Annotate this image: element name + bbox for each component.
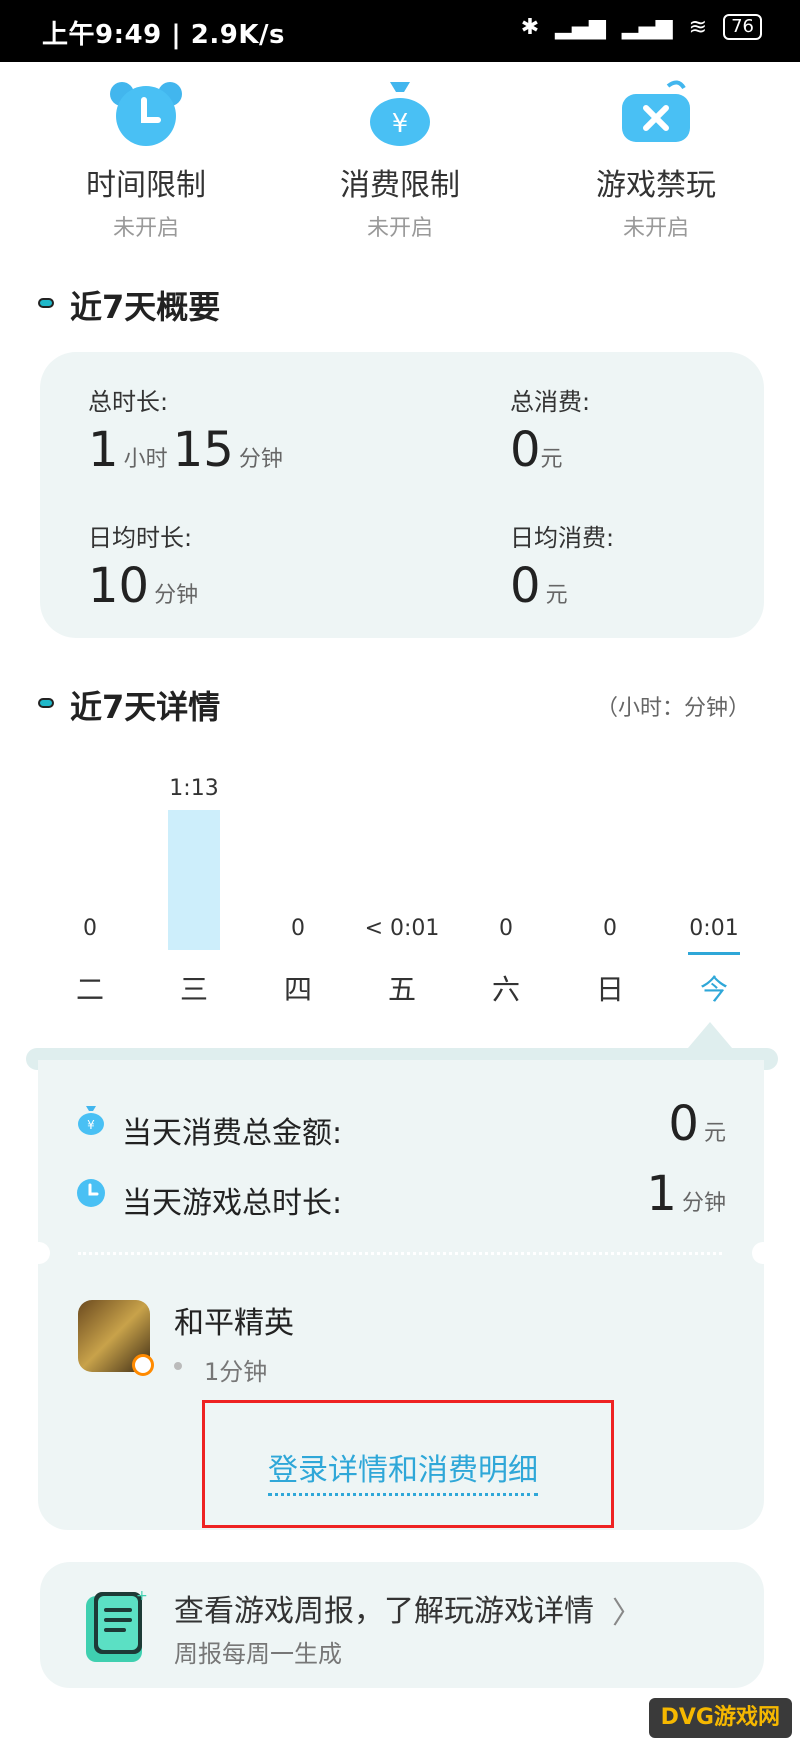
daily-time-value: 10 分钟 xyxy=(88,558,199,614)
report-doc-icon: + xyxy=(84,1588,148,1670)
total-time-value: 1 小时 15 分钟 xyxy=(88,422,283,478)
daily-spend-label: 日均消费: xyxy=(510,524,615,552)
chart-data-label: 0:01 xyxy=(689,916,739,941)
status-icons: ✱ ▂▄▆ ▂▄▆ ≋ 76 xyxy=(521,14,762,40)
game-ban-status: 未开启 xyxy=(622,216,689,241)
clock-icon xyxy=(76,1178,106,1212)
weekly-report-subtitle: 周报每周一生成 xyxy=(174,1640,342,1668)
time-limit-status: 未开启 xyxy=(112,216,179,241)
battery-indicator: 76 xyxy=(723,14,762,40)
game-ban-control[interactable]: 游戏禁玩 未开启 xyxy=(556,78,756,242)
status-bar: 上午9:49 | 2.9K/s ✱ ▂▄▆ ▂▄▆ ≋ 76 xyxy=(0,0,800,62)
svg-text:¥: ¥ xyxy=(392,109,409,139)
summary-title: 近7天概要 xyxy=(70,288,221,326)
details-title: 近7天详情 xyxy=(70,688,221,726)
bullet-dot xyxy=(174,1362,182,1370)
game-app-icon xyxy=(78,1300,154,1376)
chart-data-label: 1:13 xyxy=(169,776,219,801)
status-time: 上午9:49 | 2.9K/s xyxy=(42,20,285,50)
signal-icon: ▂▄▆ xyxy=(555,14,606,40)
divider xyxy=(78,1252,722,1255)
chart-data-label: 0 xyxy=(83,916,97,941)
spend-limit-status: 未开启 xyxy=(366,216,433,241)
chevron-right-icon[interactable]: 〉 xyxy=(612,1588,642,1632)
selected-day-underline xyxy=(688,952,740,955)
chart-day-tab[interactable]: 六 xyxy=(466,968,546,1008)
ticket-notch xyxy=(752,1242,774,1264)
watermark-logo: DVG游戏网 xyxy=(648,1698,792,1738)
gamepad-x-icon xyxy=(618,78,694,148)
game-name: 和平精英 xyxy=(174,1306,294,1341)
wifi-icon: ≋ xyxy=(688,14,708,40)
money-bag-icon: ¥ xyxy=(76,1104,106,1135)
day-time-value: 1 分钟 xyxy=(646,1166,726,1222)
spend-limit-label: 消费限制 xyxy=(340,168,460,203)
chart-day-tab[interactable]: 五 xyxy=(362,968,442,1008)
chart-data-label: 0 xyxy=(603,916,617,941)
game-platform-badge-icon xyxy=(132,1354,154,1376)
login-detail-link[interactable]: 登录详情和消费明细 xyxy=(268,1445,538,1496)
section-dot-icon xyxy=(38,298,54,308)
time-limit-control[interactable]: 时间限制 未开启 xyxy=(46,78,246,242)
chart-day-tab[interactable]: 三 xyxy=(154,968,234,1008)
signal-icon: ▂▄▆ xyxy=(621,14,673,40)
ticket-notch xyxy=(28,1242,50,1264)
money-bag-icon: ¥ xyxy=(362,78,438,148)
details-unit-note: （小时：分钟） xyxy=(595,696,750,721)
svg-text:¥: ¥ xyxy=(87,1118,95,1132)
day-spend-value: 0 元 xyxy=(668,1096,726,1152)
bluetooth-icon: ✱ xyxy=(520,14,540,40)
chart-day-tab[interactable]: 日 xyxy=(570,968,650,1008)
clock-bear-icon xyxy=(108,78,184,148)
chart-data-label: 0 xyxy=(499,916,513,941)
chart-day-tab[interactable]: 今 xyxy=(674,968,754,1008)
weekly-bar-chart: 0 二 1:13 三 0 四 < 0:01 五 0 六 0 日 0:01 今 xyxy=(0,750,800,1010)
chart-data-label: 0 xyxy=(291,916,305,941)
spend-limit-control[interactable]: ¥ 消费限制 未开启 xyxy=(300,78,500,242)
total-time-label: 总时长: xyxy=(88,388,169,416)
section-dot-icon xyxy=(38,698,54,708)
game-ban-label: 游戏禁玩 xyxy=(596,168,716,203)
weekly-report-title: 查看游戏周报，了解玩游戏详情 xyxy=(174,1594,594,1629)
selected-day-pointer xyxy=(688,1022,732,1048)
svg-text:+: + xyxy=(136,1590,148,1604)
game-time: 1分钟 xyxy=(204,1358,268,1386)
chart-day-tab[interactable]: 二 xyxy=(50,968,130,1008)
time-limit-label: 时间限制 xyxy=(86,168,206,203)
chart-bar xyxy=(168,810,220,950)
daily-time-label: 日均时长: xyxy=(88,524,193,552)
daily-spend-value: 0 元 xyxy=(510,558,568,614)
total-spend-value: 0元 xyxy=(510,422,563,478)
day-time-label: 当天游戏总时长: xyxy=(122,1186,343,1221)
chart-data-label: < 0:01 xyxy=(364,916,440,941)
chart-day-tab[interactable]: 四 xyxy=(258,968,338,1008)
total-spend-label: 总消费: xyxy=(510,388,591,416)
day-spend-label: 当天消费总金额: xyxy=(122,1116,343,1151)
